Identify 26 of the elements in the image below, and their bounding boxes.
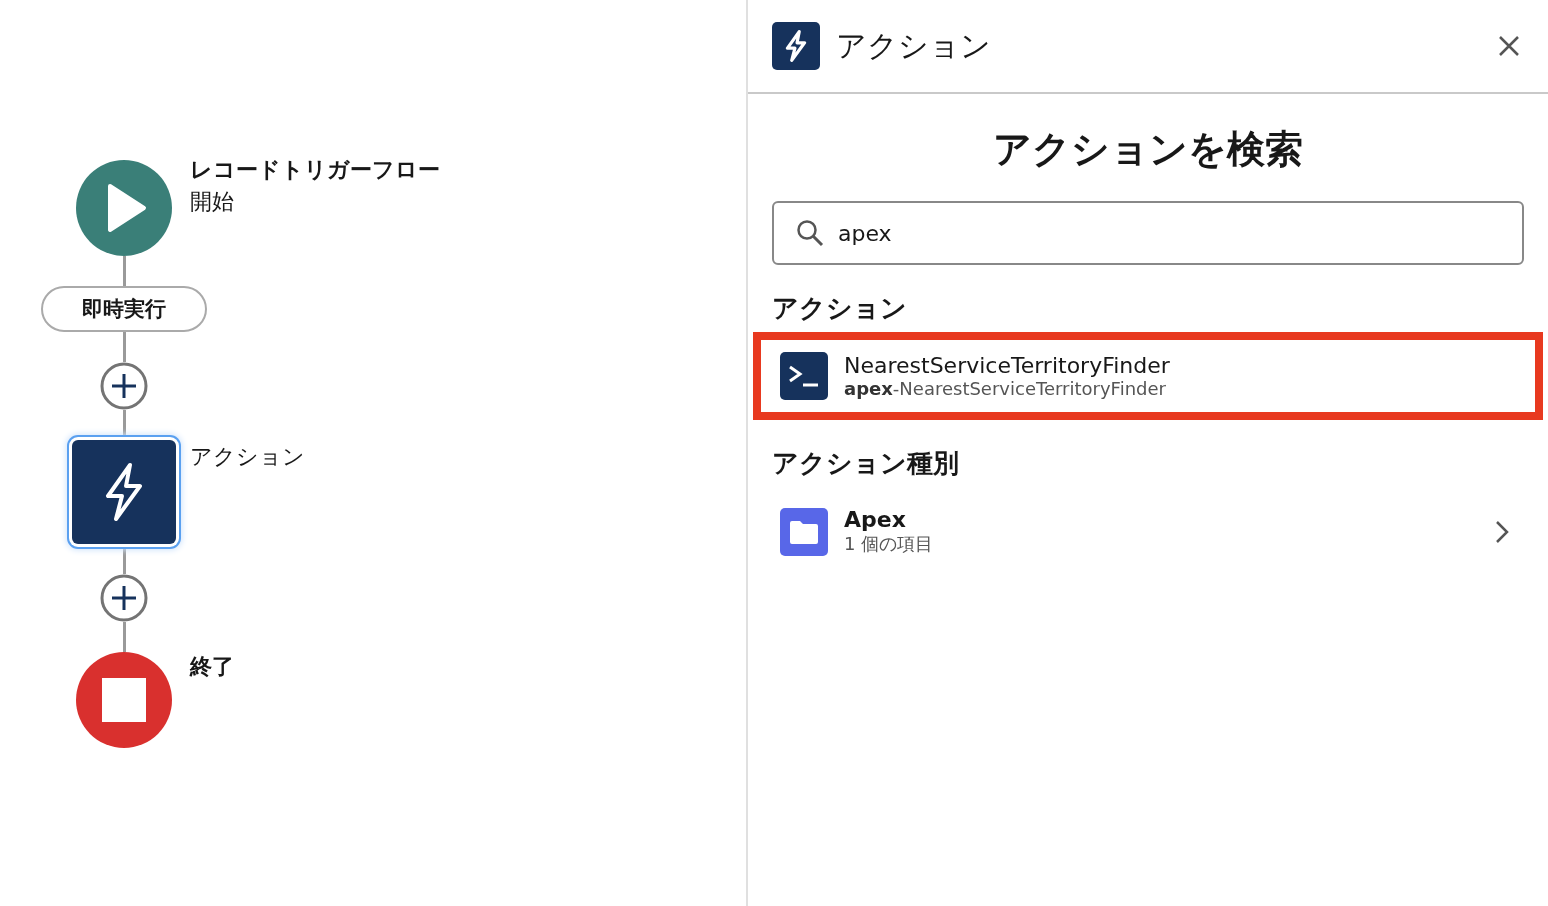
item-title: Apex: [844, 507, 907, 532]
flow-subtitle: 開始: [190, 188, 235, 216]
item-title: NearestServiceTerritoryFinder: [844, 353, 1171, 378]
close-icon[interactable]: [1498, 35, 1520, 57]
item-subtitle: 1 個の項目: [844, 532, 935, 556]
trigger-pill[interactable]: 即時実行: [41, 286, 207, 332]
end-label: 終了: [190, 653, 234, 681]
flow-title: レコードトリガーフロー: [190, 156, 440, 184]
item-subtitle: apex-NearestServiceTerritoryFinder: [844, 378, 1167, 399]
add-icon[interactable]: [100, 574, 148, 622]
section-title: アクション: [772, 292, 908, 325]
panel-title: アクション: [836, 26, 992, 65]
action-label: アクション: [190, 443, 305, 471]
play-icon[interactable]: [76, 160, 172, 256]
chevron-right-icon: [1495, 519, 1509, 544]
add-icon[interactable]: [100, 362, 148, 410]
search-icon: [796, 219, 824, 247]
search-field[interactable]: apex: [772, 201, 1524, 265]
lightning-icon: [772, 22, 820, 70]
section-title: アクション種別: [772, 447, 960, 480]
terminal-icon: [780, 352, 828, 400]
stop-icon[interactable]: [76, 652, 172, 748]
folder-icon: [780, 507, 828, 556]
result-item[interactable]: Apex 1 個の項目: [753, 487, 1543, 576]
result-item[interactable]: NearestServiceTerritoryFinder apex-NearestServiceTerritoryFinder: [753, 332, 1543, 420]
search-heading: アクションを検索: [992, 126, 1304, 173]
